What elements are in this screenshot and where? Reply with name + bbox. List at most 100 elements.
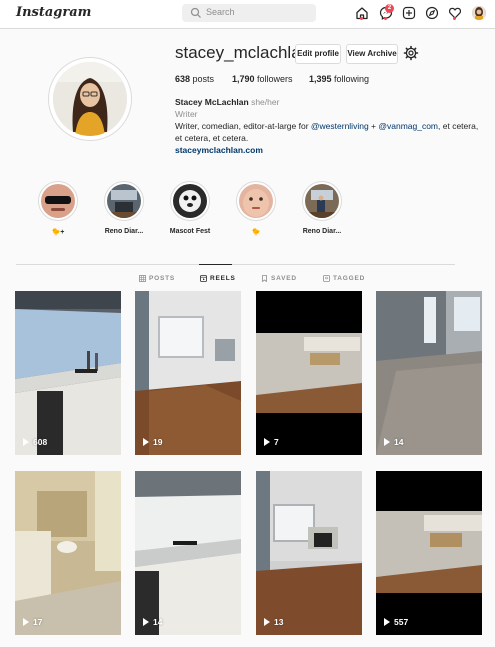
reel-view-count: 17 [23, 617, 42, 627]
reel-views-value: 13 [274, 617, 284, 627]
highlight-ring [104, 181, 144, 221]
highlight-ring [236, 181, 276, 221]
highlight-item[interactable]: 🐤+ [28, 181, 88, 236]
highlight-cover [305, 184, 339, 218]
settings-gear-icon[interactable] [403, 45, 419, 61]
profile-pronouns: she/her [251, 97, 280, 107]
bio-text: Writer, comedian, editor-at-large for @w… [175, 120, 485, 144]
play-icon [264, 438, 270, 446]
play-icon [143, 618, 149, 626]
reel-thumbnail[interactable]: 14 [376, 291, 482, 455]
posts-label: posts [192, 74, 215, 84]
reel-view-count: 19 [143, 437, 162, 447]
new-post-icon[interactable] [402, 6, 416, 20]
profile-full-name: Stacey McLachlan [175, 97, 249, 107]
profile-photo [53, 62, 127, 136]
top-nav-bar: Instagram ⌵ Search 2 [0, 0, 495, 29]
followers-stat[interactable]: 1,790 followers [232, 74, 293, 84]
reel-view-count: 557 [384, 617, 408, 627]
highlight-label: 🐤+ [51, 229, 65, 236]
highlight-label: Mascot Fest [169, 228, 211, 235]
profile-bio: Stacey McLachlan she/her Writer Writer, … [175, 96, 485, 156]
reel-carpet-room-image [376, 291, 482, 455]
highlight-cover [173, 184, 207, 218]
highlight-cover [239, 184, 273, 218]
following-count: 1,395 [309, 74, 332, 84]
messages-badge: 2 [385, 4, 394, 13]
explore-compass-icon[interactable] [425, 6, 439, 20]
reel-views-value: 14 [153, 617, 163, 627]
reel-room-image [135, 291, 241, 455]
reel-views-value: 17 [33, 617, 43, 627]
following-label: following [334, 74, 370, 84]
search-input[interactable]: Search [182, 4, 316, 22]
posts-count: 638 [175, 74, 191, 84]
highlight-cover [107, 184, 141, 218]
reel-views-value: 557 [394, 617, 409, 627]
highlight-ring [38, 181, 78, 221]
following-stat[interactable]: 1,395 following [309, 74, 369, 84]
play-icon [23, 438, 29, 446]
tabs-divider [16, 264, 455, 265]
profile-avatar-small[interactable] [472, 6, 486, 20]
instagram-logo[interactable]: Instagram [16, 5, 91, 20]
reel-thumbnail[interactable]: 557 [376, 471, 482, 635]
tab-saved[interactable]: SAVED [261, 275, 297, 282]
messages-dot [384, 17, 387, 20]
edit-profile-button[interactable]: Edit profile [295, 44, 341, 64]
reel-thumbnail[interactable]: 608 [15, 291, 121, 455]
reel-view-count: 14 [143, 617, 162, 627]
reel-thumbnail[interactable]: 17 [15, 471, 121, 635]
reel-thumbnail[interactable]: 14 [135, 471, 241, 635]
tab-reels-label: REELS [210, 275, 236, 282]
profile-username: stacey_mclachlan [175, 43, 311, 62]
tab-posts-label: POSTS [149, 275, 176, 282]
reel-room-image [256, 291, 362, 455]
tab-tagged[interactable]: TAGGED [323, 275, 365, 282]
highlight-item[interactable]: 🐤 [226, 181, 286, 236]
tab-saved-label: SAVED [271, 275, 297, 282]
followers-label: followers [257, 74, 293, 84]
reel-view-count: 13 [264, 617, 283, 627]
bio-prefix: Writer, comedian, editor-at-large for [175, 121, 311, 131]
play-icon [23, 618, 29, 626]
highlight-item[interactable]: Mascot Fest [160, 181, 220, 235]
tab-reels[interactable]: REELS [200, 275, 236, 282]
profile-website-link[interactable]: staceymclachlan.com [175, 144, 485, 156]
highlight-item[interactable]: Reno Diar... [292, 181, 352, 235]
highlight-label: Reno Diar... [302, 228, 342, 235]
reel-view-count: 608 [23, 437, 47, 447]
mention-vanmag[interactable]: @vanmag_com [378, 121, 438, 131]
play-icon [384, 618, 390, 626]
profile-avatar[interactable] [48, 57, 132, 141]
reel-fireplace-room-image [256, 471, 362, 635]
reel-room-image [376, 471, 482, 635]
highlight-item[interactable]: Reno Diar... [94, 181, 154, 235]
chevron-down-icon[interactable]: ⌵ [70, 6, 77, 17]
highlight-cover [41, 184, 75, 218]
reel-view-count: 14 [384, 437, 403, 447]
reel-bathroom-image [15, 471, 121, 635]
highlight-ring [170, 181, 210, 221]
highlight-label: Reno Diar... [104, 228, 144, 235]
followers-count: 1,790 [232, 74, 255, 84]
reels-icon [200, 275, 207, 282]
bio-plus: + [368, 121, 379, 131]
play-icon [143, 438, 149, 446]
reel-views-value: 7 [274, 437, 279, 447]
view-archive-button[interactable]: View Archive [346, 44, 398, 64]
play-icon [264, 618, 270, 626]
activity-dot [453, 17, 456, 20]
mention-westernliving[interactable]: @westernliving [311, 121, 369, 131]
search-placeholder: Search [206, 7, 235, 17]
home-active-dot [360, 17, 363, 20]
reel-thumbnail[interactable]: 13 [256, 471, 362, 635]
reel-thumbnail[interactable]: 7 [256, 291, 362, 455]
tab-posts[interactable]: POSTS [139, 275, 175, 282]
reel-thumbnail[interactable]: 19 [135, 291, 241, 455]
tab-tagged-label: TAGGED [333, 275, 366, 282]
search-icon [190, 7, 201, 18]
reel-kitchen-image [135, 471, 241, 635]
active-tab-indicator [199, 264, 232, 265]
play-icon [384, 438, 390, 446]
